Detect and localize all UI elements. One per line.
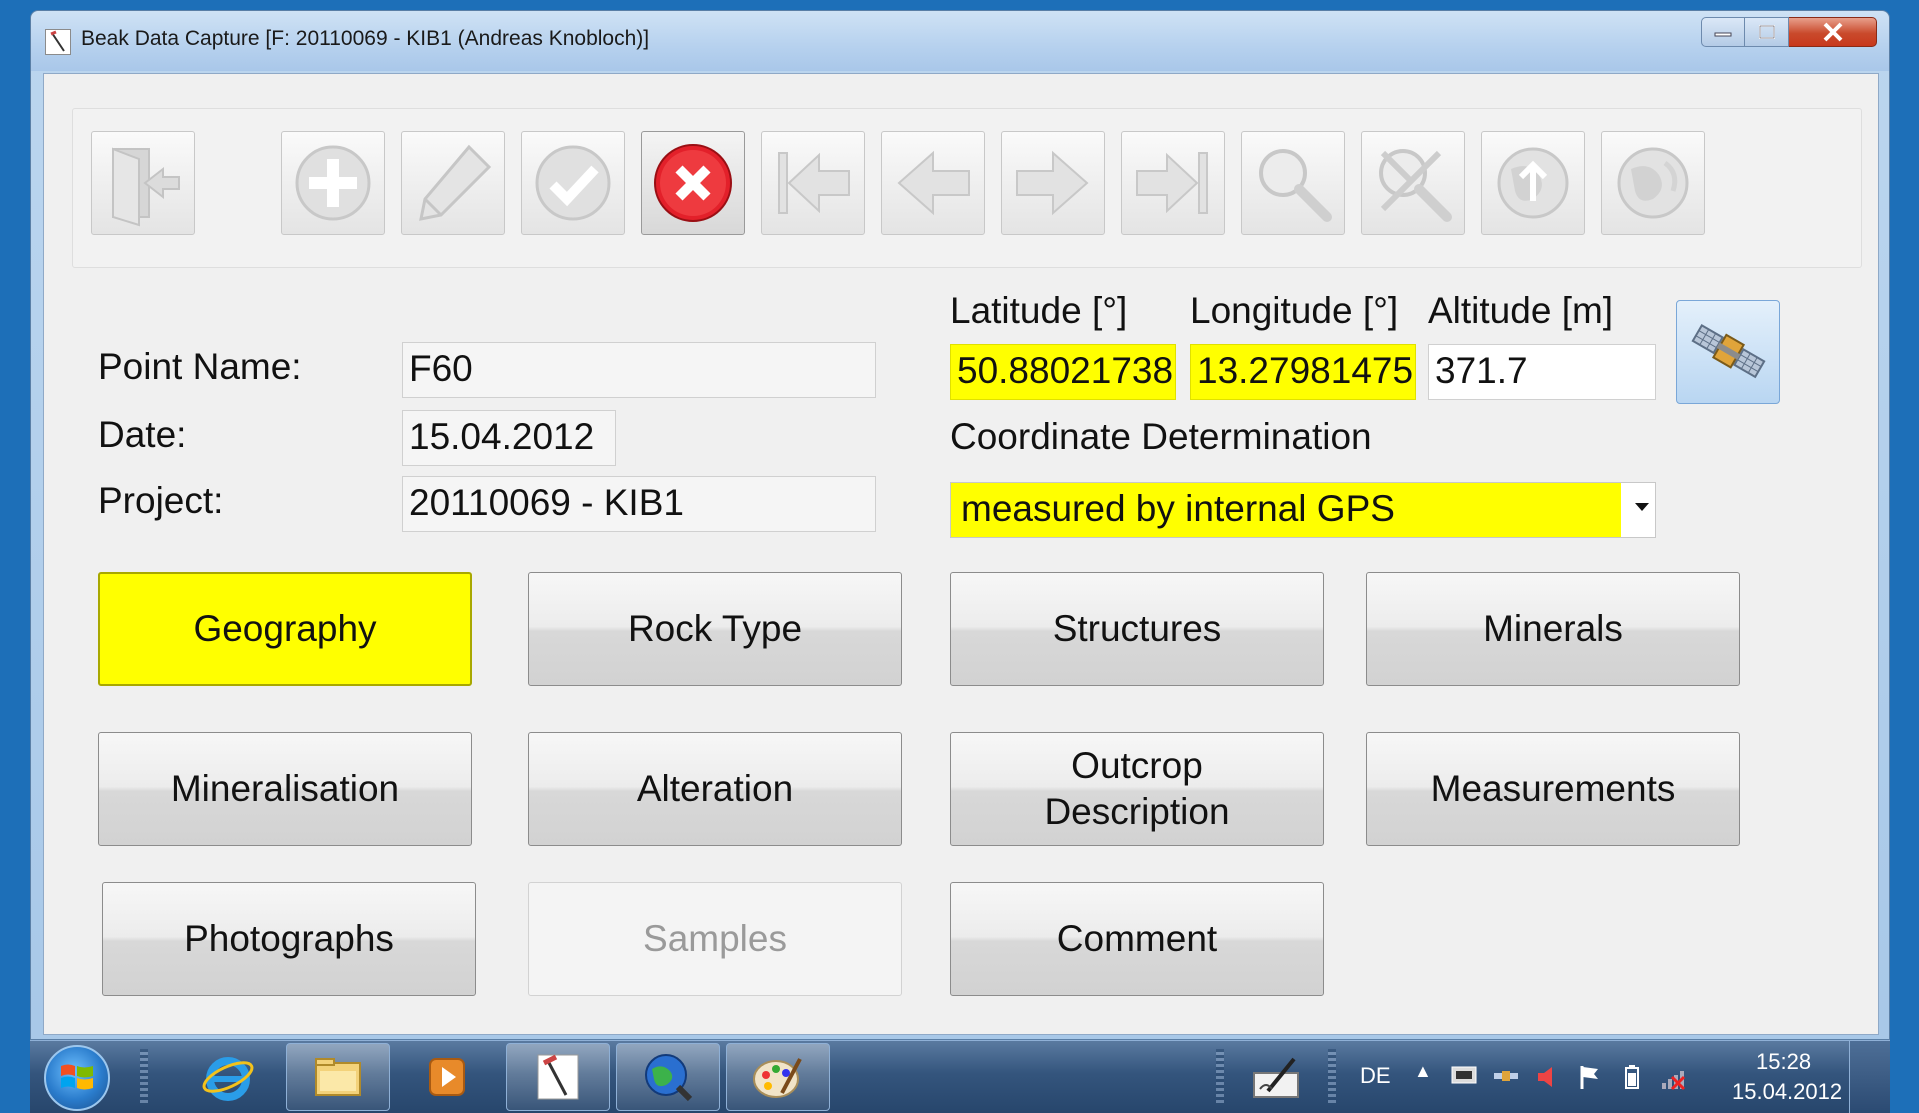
- latitude-field[interactable]: 50.88021738: [950, 344, 1176, 400]
- gis-globe-icon: [645, 1054, 693, 1102]
- app-icon: [45, 29, 71, 55]
- globe-icon: [1617, 147, 1689, 219]
- start-button[interactable]: [44, 1045, 110, 1111]
- category-button-structures[interactable]: Structures: [950, 572, 1324, 686]
- search-icon: [1259, 149, 1332, 222]
- beak-app-icon: [537, 1054, 579, 1100]
- date-label: Date:: [98, 414, 187, 455]
- toolbar: [72, 108, 1862, 268]
- coordinate-determination-value: measured by internal GPS: [951, 483, 1621, 537]
- close-button[interactable]: [1789, 17, 1877, 47]
- edit-button[interactable]: [401, 131, 505, 235]
- gps-button[interactable]: [1676, 300, 1780, 404]
- taskbar-paint[interactable]: [726, 1043, 830, 1111]
- minimize-icon: [1714, 32, 1732, 37]
- next-record-button[interactable]: [1001, 131, 1105, 235]
- cancel-button[interactable]: [641, 131, 745, 235]
- volume-icon[interactable]: [1534, 1063, 1562, 1091]
- globe-button[interactable]: [1601, 131, 1705, 235]
- taskbar-file-explorer[interactable]: [286, 1043, 390, 1111]
- project-field[interactable]: 20110069 - KIB1: [402, 476, 876, 532]
- title-bar[interactable]: Beak Data Capture [F: 20110069 - KIB1 (A…: [31, 11, 1889, 71]
- display-icon[interactable]: [1450, 1063, 1478, 1091]
- taskbar: DE ▲ 15:28 15.04.2012: [30, 1040, 1890, 1113]
- project-label: Project:: [98, 480, 224, 521]
- taskbar-internet-explorer[interactable]: [176, 1043, 280, 1111]
- taskbar-beak-app[interactable]: [506, 1043, 610, 1111]
- point-name-field[interactable]: F60: [402, 342, 876, 398]
- add-button[interactable]: [281, 131, 385, 235]
- last-record-icon: [1136, 152, 1208, 214]
- longitude-field[interactable]: 13.27981475: [1190, 344, 1416, 400]
- altitude-label: Altitude [m]: [1428, 290, 1614, 331]
- point-name-label: Point Name:: [98, 346, 302, 387]
- media-player-icon: [429, 1058, 465, 1096]
- minimize-button[interactable]: [1701, 17, 1745, 47]
- taskbar-media-player[interactable]: [396, 1043, 500, 1111]
- internet-explorer-icon: [202, 1057, 254, 1101]
- search-button[interactable]: [1241, 131, 1345, 235]
- next-record-icon: [1016, 150, 1089, 216]
- taskbar-pen-input[interactable]: [1236, 1043, 1316, 1111]
- category-button-outcrop-description[interactable]: Outcrop Description: [950, 732, 1324, 846]
- altitude-field[interactable]: 371.7: [1428, 344, 1656, 400]
- clear-search-button[interactable]: [1361, 131, 1465, 235]
- action-center-flag-icon[interactable]: [1576, 1063, 1604, 1091]
- longitude-label: Longitude [°]: [1190, 290, 1399, 331]
- plus-icon: [295, 145, 371, 221]
- satellite-icon: [1691, 323, 1766, 379]
- language-indicator[interactable]: DE: [1360, 1063, 1391, 1089]
- exit-button[interactable]: [91, 131, 195, 235]
- previous-record-button[interactable]: [881, 131, 985, 235]
- satellite-tray-icon[interactable]: [1492, 1063, 1520, 1091]
- category-button-photographs[interactable]: Photographs: [102, 882, 476, 996]
- category-button-comment[interactable]: Comment: [950, 882, 1324, 996]
- taskbar-grip: [1216, 1049, 1224, 1105]
- maximize-button[interactable]: [1745, 17, 1789, 47]
- checkmark-icon: [535, 145, 611, 221]
- taskbar-gis-globe[interactable]: [616, 1043, 720, 1111]
- battery-icon[interactable]: [1618, 1063, 1646, 1091]
- file-explorer-icon: [315, 1058, 361, 1096]
- first-record-icon: [778, 152, 850, 214]
- clear-search-icon: [1379, 149, 1452, 222]
- taskbar-grip: [140, 1049, 148, 1105]
- date-field[interactable]: 15.04.2012: [402, 410, 616, 466]
- pencil-icon: [419, 144, 492, 221]
- coordinate-determination-label: Coordinate Determination: [950, 416, 1372, 457]
- category-button-rock-type[interactable]: Rock Type: [528, 572, 902, 686]
- pen-input-icon: [1253, 1057, 1299, 1098]
- window-title: Beak Data Capture [F: 20110069 - KIB1 (A…: [81, 27, 650, 50]
- windows-logo-icon: [61, 1064, 93, 1090]
- previous-record-icon: [897, 150, 970, 216]
- last-record-button[interactable]: [1121, 131, 1225, 235]
- category-button-geography[interactable]: Geography: [98, 572, 472, 686]
- tray-expand-icon[interactable]: ▲: [1414, 1061, 1432, 1082]
- category-button-samples[interactable]: Samples: [528, 882, 902, 996]
- confirm-button[interactable]: [521, 131, 625, 235]
- exit-door-icon: [112, 147, 180, 227]
- close-icon: [1823, 22, 1842, 42]
- client-area: Point Name: F60 Date: 15.04.2012 Project…: [43, 73, 1879, 1035]
- category-button-minerals[interactable]: Minerals: [1366, 572, 1740, 686]
- dropdown-arrow-icon[interactable]: [1635, 503, 1649, 511]
- paint-icon: [753, 1058, 802, 1098]
- globe-upload-button[interactable]: [1481, 131, 1585, 235]
- taskbar-grip: [1328, 1049, 1336, 1105]
- category-button-measurements[interactable]: Measurements: [1366, 732, 1740, 846]
- coordinate-determination-select[interactable]: measured by internal GPS: [950, 482, 1656, 538]
- show-desktop-button[interactable]: [1849, 1041, 1890, 1113]
- maximize-icon: [1758, 25, 1775, 39]
- category-button-alteration[interactable]: Alteration: [528, 732, 902, 846]
- latitude-label: Latitude [°]: [950, 290, 1128, 331]
- app-window: Beak Data Capture [F: 20110069 - KIB1 (A…: [30, 10, 1890, 1040]
- clock-time[interactable]: 15:28: [1756, 1049, 1811, 1075]
- network-icon[interactable]: [1660, 1063, 1688, 1091]
- first-record-button[interactable]: [761, 131, 865, 235]
- category-button-mineralisation[interactable]: Mineralisation: [98, 732, 472, 846]
- cancel-icon: [654, 144, 732, 222]
- globe-upload-icon: [1497, 147, 1569, 219]
- clock-date[interactable]: 15.04.2012: [1732, 1079, 1842, 1105]
